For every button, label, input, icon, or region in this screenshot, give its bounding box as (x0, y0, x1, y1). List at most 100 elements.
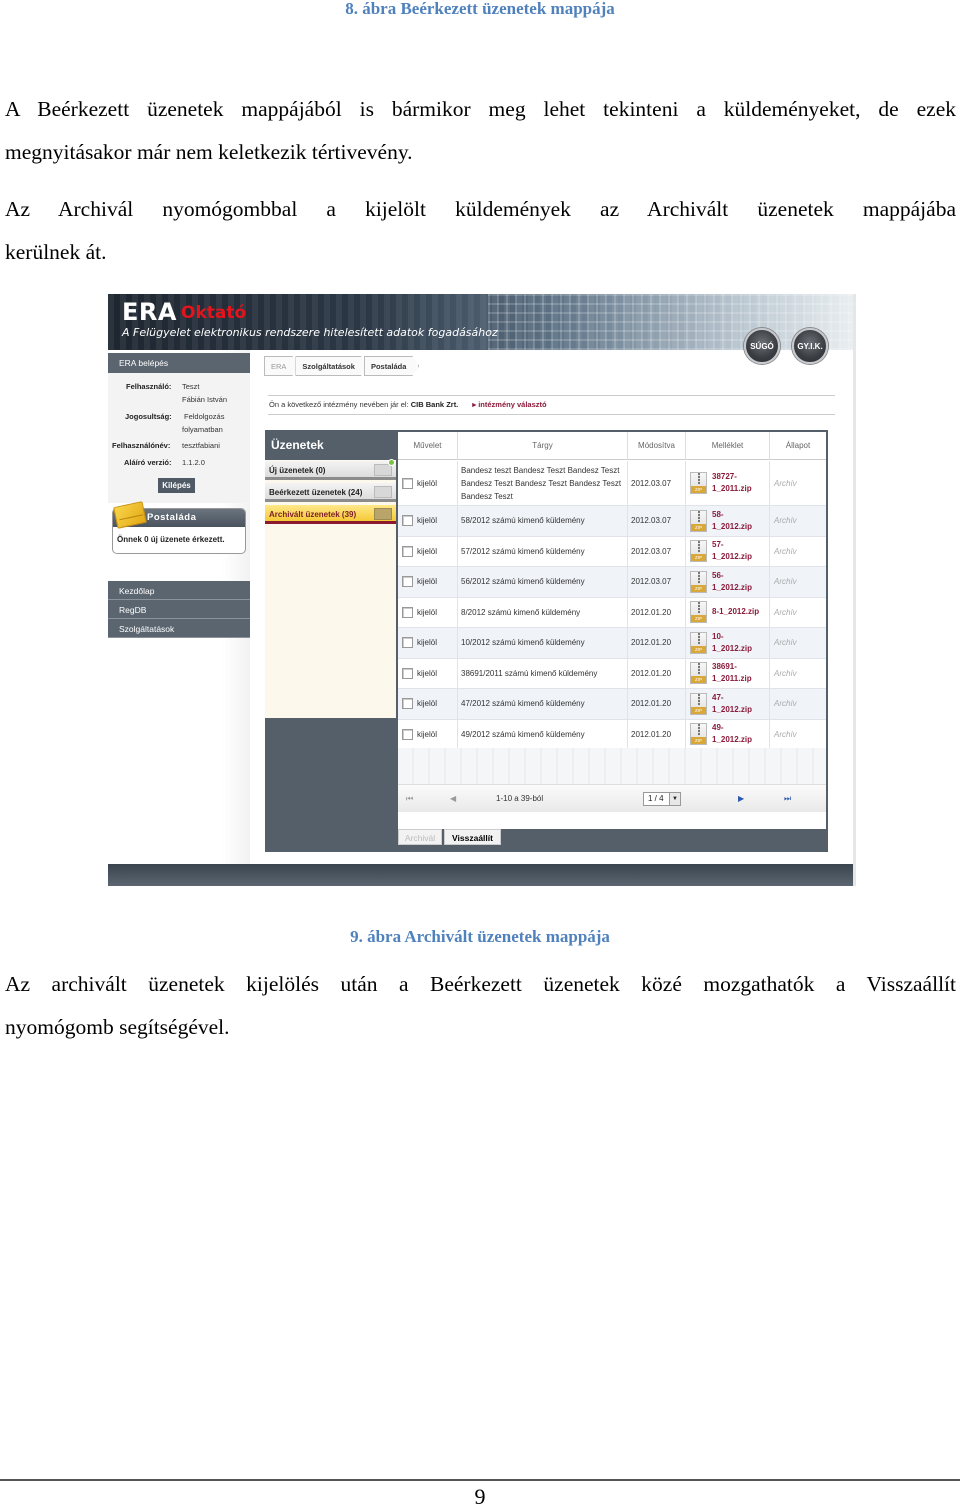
action-cell: kijelöl (398, 689, 458, 719)
table-row[interactable]: kijelöl 49/2012 számú kimenő küldemény 201… (398, 719, 826, 750)
attachment-link[interactable]: 38691- 1_2011.zip (712, 661, 752, 685)
folder-archived[interactable]: Archivált üzenetek (39) (265, 505, 396, 524)
subject-cell: 8/2012 számú kimenő küldemény (458, 597, 628, 627)
message-subject[interactable]: Bandesz teszt Bandesz Teszt Bandesz Tesz… (461, 464, 627, 503)
folder-inbox[interactable]: Beérkezett üzenetek (24) (265, 483, 396, 502)
attachment-link[interactable]: 58- 1_2012.zip (712, 509, 752, 533)
select-label[interactable]: kijelöl (417, 608, 437, 617)
select-checkbox[interactable] (402, 698, 413, 710)
select-label[interactable]: kijelöl (417, 577, 437, 586)
attachment-link[interactable]: 56- 1_2012.zip (712, 570, 752, 594)
table-row[interactable]: kijelöl 58/2012 számú kimenő küldemény 201… (398, 506, 826, 537)
select-label[interactable]: kijelöl (417, 638, 437, 647)
table-row[interactable]: kijelöl 8/2012 számú kimenő küldemény 2012… (398, 597, 826, 628)
attachment-link[interactable]: 47- 1_2012.zip (712, 692, 752, 716)
table-row[interactable]: kijelöl Bandesz teszt Bandesz Teszt Bande… (398, 461, 826, 506)
message-subject[interactable]: 49/2012 számú kimenő küldemény (461, 728, 585, 741)
sidebar: ERA belépés Felhasználó: Teszt Fábián Is… (108, 350, 250, 886)
institution-selector-link[interactable]: ▸ intézmény választó (472, 400, 546, 409)
attachment-cell: 47- 1_2012.zip (686, 689, 770, 719)
breadcrumb-services[interactable]: Szolgáltatások (295, 356, 368, 376)
rights-label: Jogosultság: (125, 412, 172, 421)
message-subject[interactable]: 57/2012 számú kimenő küldemény (461, 545, 585, 558)
attachment-link[interactable]: 10- 1_2012.zip (712, 631, 752, 655)
breadcrumb-mailbox[interactable]: Postaláda (364, 356, 419, 376)
prev-page-icon[interactable]: ◀ (450, 794, 456, 803)
attachment-link[interactable]: 49- 1_2012.zip (712, 722, 752, 746)
restore-button[interactable]: Visszaállít (444, 829, 501, 845)
folder-new[interactable]: Új üzenetek (0) (265, 459, 396, 480)
select-checkbox[interactable] (402, 515, 413, 527)
status-cell: Archív (774, 699, 797, 709)
column-header-modified[interactable]: Módosítva (628, 432, 686, 460)
first-page-icon[interactable]: ⏮ (406, 794, 413, 804)
table-row[interactable]: kijelöl 47/2012 számú kimenő küldemény 201… (398, 689, 826, 720)
message-subject[interactable]: 10/2012 számú kimenő küldemény (461, 636, 585, 649)
attachment-link[interactable]: 57- 1_2012.zip (712, 539, 752, 563)
logout-button[interactable]: Kilépés (158, 478, 195, 493)
select-checkbox[interactable] (402, 606, 413, 618)
table-row[interactable]: kijelöl 57/2012 számú kimenő küldemény 201… (398, 536, 826, 567)
faq-button[interactable]: GY.I.K. (792, 328, 828, 364)
select-label[interactable]: kijelöl (417, 479, 437, 488)
action-cell: kijelöl (398, 597, 458, 627)
paragraph-3-line-1: Az archivált üzenetek kijelölés után a B… (5, 972, 956, 996)
select-checkbox[interactable] (402, 667, 413, 679)
mailbox-widget[interactable]: Postaláda Önnek 0 új üzenete érkezett. (112, 501, 246, 554)
select-checkbox[interactable] (402, 545, 413, 557)
messages-panel: Üzenetek Új üzenetek (0) Beérkezett üzen… (265, 430, 828, 852)
select-label[interactable]: kijelöl (417, 516, 437, 525)
message-subject[interactable]: 38691/2011 számú kimenő küldemény (461, 667, 597, 680)
select-checkbox[interactable] (402, 728, 413, 740)
zip-file-icon (690, 631, 707, 654)
select-label[interactable]: kijelöl (417, 547, 437, 556)
breadcrumb-era[interactable]: ERA (264, 356, 299, 376)
archive-button[interactable]: Archivál (398, 829, 442, 845)
next-page-icon[interactable]: ▶ (738, 794, 744, 803)
select-label[interactable]: kijelöl (417, 669, 437, 678)
subject-cell: 57/2012 számú kimenő küldemény (458, 536, 628, 566)
zip-file-icon (690, 723, 707, 746)
select-checkbox[interactable] (402, 576, 413, 588)
message-subject[interactable]: 56/2012 számú kimenő küldemény (461, 575, 585, 588)
folders-header: Üzenetek (271, 438, 324, 452)
column-header-status[interactable]: Állapot (770, 432, 826, 460)
envelope-icon (374, 464, 392, 476)
attachment-cell: 8-1_2012.zip (686, 597, 770, 627)
paragraph-1: A Beérkezett üzenetek mappájából is bárm… (5, 88, 956, 174)
folder-archived-label: Archivált üzenetek (39) (269, 510, 357, 519)
help-button[interactable]: SÚGÓ (744, 328, 780, 364)
select-label[interactable]: kijelöl (417, 730, 437, 739)
zip-file-icon (690, 472, 707, 494)
chevron-down-icon[interactable]: ▼ (669, 793, 680, 805)
page-select[interactable]: 1 / 4 ▼ (643, 792, 681, 806)
footer-divider (0, 1479, 960, 1481)
nav-item-services[interactable]: Szolgáltatások (108, 619, 250, 638)
mailbox-message: Önnek 0 új üzenete érkezett. (117, 535, 225, 544)
institution-text: Ön a következő intézmény nevében jár el: (269, 400, 409, 409)
column-header-attachment[interactable]: Melléklet (686, 432, 770, 460)
attachment-link[interactable]: 8-1_2012.zip (712, 606, 759, 618)
message-subject[interactable]: 8/2012 számú kimenő küldemény (461, 606, 580, 619)
message-subject[interactable]: 58/2012 számú kimenő küldemény (461, 514, 585, 527)
attachment-name-part-1: 56- (712, 570, 724, 580)
folder-new-label: Új üzenetek (0) (269, 466, 326, 475)
column-header-action[interactable]: Művelet (398, 432, 458, 460)
table-row[interactable]: kijelöl 10/2012 számú kimenő küldemény 201… (398, 628, 826, 659)
attachment-cell: 38727- 1_2011.zip (686, 461, 770, 505)
select-checkbox[interactable] (402, 477, 413, 489)
select-checkbox[interactable] (402, 637, 413, 649)
last-page-icon[interactable]: ⏭ (784, 794, 791, 804)
column-header-subject[interactable]: Tárgy (458, 432, 628, 460)
nav-item-home[interactable]: Kezdőlap (108, 581, 250, 600)
username-value: tesztfabiani (182, 441, 220, 450)
table-row[interactable]: kijelöl 56/2012 számú kimenő küldemény 201… (398, 567, 826, 598)
subject-cell: 56/2012 számú kimenő küldemény (458, 567, 628, 597)
table-row[interactable]: kijelöl 38691/2011 számú kimenő küldemény… (398, 658, 826, 689)
select-label[interactable]: kijelöl (417, 699, 437, 708)
attachment-link[interactable]: 38727- 1_2011.zip (712, 471, 752, 495)
nav-item-regdb[interactable]: RegDB (108, 600, 250, 619)
message-subject[interactable]: 47/2012 számú kimenő küldemény (461, 697, 585, 710)
attachment-cell: 49- 1_2012.zip (686, 719, 770, 749)
modified-cell: 2012.03.07 (628, 536, 686, 566)
